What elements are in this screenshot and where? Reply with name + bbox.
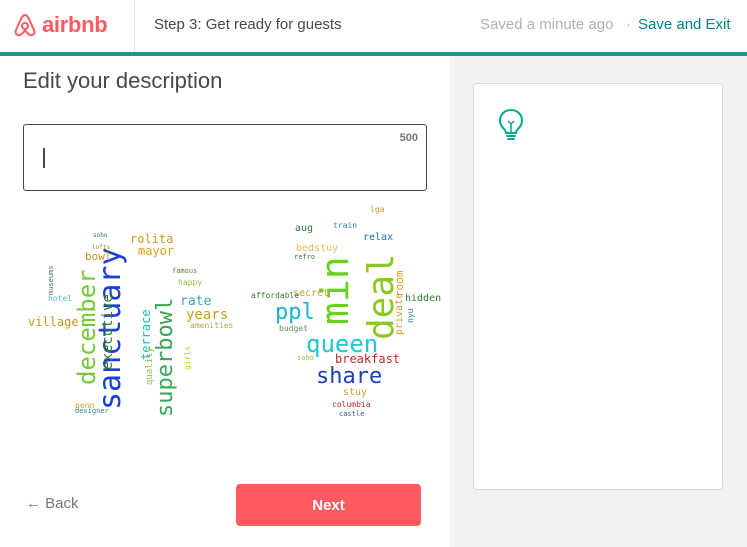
saved-status: Saved a minute ago xyxy=(480,16,614,33)
cloud-word: executive xyxy=(100,294,116,370)
next-button[interactable]: Next xyxy=(236,484,421,526)
cloud-word: happy xyxy=(178,278,202,287)
cloud-word: amenities xyxy=(190,321,234,330)
separator-dot: · xyxy=(626,16,631,33)
brand-name: airbnb xyxy=(42,12,108,37)
cloud-word: affordable xyxy=(251,291,299,300)
character-counter: 500 xyxy=(399,132,418,144)
cloud-word: train xyxy=(333,221,357,230)
save-and-exit-link[interactable]: Save and Exit xyxy=(638,16,731,33)
tip-card xyxy=(473,83,723,490)
word-cloud-left: sanctuarydecember superbowlexecutive terra… xyxy=(28,232,234,417)
cloud-word: penn xyxy=(75,401,94,410)
cloud-word: bowl xyxy=(85,250,112,263)
page-title: Edit your description xyxy=(23,68,223,93)
cloud-word: share xyxy=(316,364,382,389)
cloud-word: relax xyxy=(363,232,393,243)
back-link[interactable]: ← Back xyxy=(26,495,79,512)
header-divider xyxy=(134,0,135,52)
cloud-word: famous xyxy=(172,267,197,275)
step-title: Step 3: Get ready for guests xyxy=(154,16,342,33)
cloud-word: aug xyxy=(295,223,313,234)
cloud-word: castle xyxy=(339,410,364,418)
cloud-word: columbia xyxy=(332,400,371,409)
top-bar: airbnb Step 3: Get ready for guests Save… xyxy=(0,0,747,52)
cloud-word: refro xyxy=(294,253,315,261)
cloud-word: soho xyxy=(297,354,314,362)
cloud-word: budget xyxy=(279,324,308,333)
word-cloud-right: min dealqueensharepplbreakfastroomprivate… xyxy=(251,205,441,418)
airbnb-belo-icon xyxy=(14,13,36,37)
cloud-word: lga xyxy=(370,205,385,214)
cloud-word: private xyxy=(394,293,405,335)
airbnb-logo[interactable]: airbnb xyxy=(14,9,108,41)
cloud-word: lofts xyxy=(92,244,110,251)
text-caret xyxy=(43,148,45,168)
cloud-word: museums xyxy=(47,265,55,295)
cloud-word: soho xyxy=(93,232,108,239)
cloud-word: stuy xyxy=(343,387,367,398)
word-clouds: sanctuarydecember superbowlexecutive terra… xyxy=(28,205,441,418)
lightbulb-icon xyxy=(498,108,524,140)
cloud-word: hidden xyxy=(405,293,441,304)
cloud-word: breakfast xyxy=(335,352,400,366)
cloud-word: nyu xyxy=(406,308,415,323)
cloud-word: ppl xyxy=(275,300,315,325)
cloud-word: superbowl xyxy=(153,298,178,417)
cloud-word: girls xyxy=(183,346,192,370)
cloud-word: village xyxy=(28,315,79,329)
description-textarea[interactable]: 500 xyxy=(23,124,427,191)
cloud-word: mayor xyxy=(138,244,174,258)
cloud-word: quality xyxy=(145,346,155,385)
